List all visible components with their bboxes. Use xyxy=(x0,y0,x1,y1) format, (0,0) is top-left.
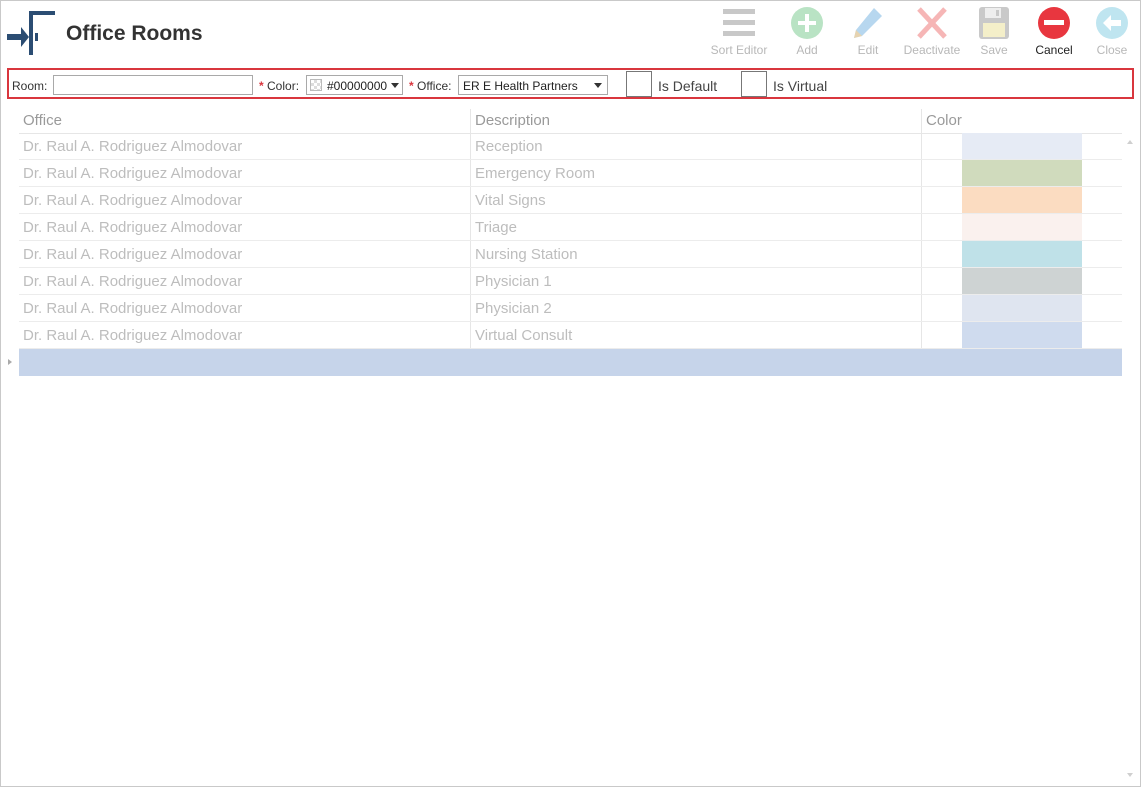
app-logo-icon xyxy=(7,11,55,55)
table-row[interactable]: Dr. Raul A. Rodriguez Almodovar Reception xyxy=(19,133,1122,160)
description-cell: Physician 2 xyxy=(475,300,552,317)
description-cell: Reception xyxy=(475,138,543,155)
color-picker[interactable]: #00000000 xyxy=(306,75,403,95)
description-cell: Vital Signs xyxy=(475,192,546,209)
scroll-down-icon[interactable] xyxy=(1127,773,1133,777)
color-swatch xyxy=(962,322,1082,348)
room-label: Room: xyxy=(12,79,48,93)
is-virtual-checkbox[interactable] xyxy=(741,71,767,97)
add-icon xyxy=(791,7,823,39)
table-row[interactable]: Dr. Raul A. Rodriguez Almodovar Physician… xyxy=(19,295,1122,322)
office-select[interactable]: ER E Health Partners xyxy=(458,75,608,95)
chevron-down-icon xyxy=(391,83,399,88)
color-swatch xyxy=(962,133,1082,159)
sort-editor-icon xyxy=(723,9,755,36)
is-default-checkbox[interactable] xyxy=(626,71,652,97)
vertical-scrollbar[interactable] xyxy=(1122,133,1140,783)
required-mark: * xyxy=(409,79,414,93)
room-input[interactable] xyxy=(53,75,253,95)
color-swatch xyxy=(962,214,1082,240)
column-header-office[interactable]: Office xyxy=(23,112,62,129)
app-window: Office Rooms Sort Editor Add Edit Deacti… xyxy=(0,0,1141,787)
color-value: #00000000 xyxy=(327,79,388,93)
close-button[interactable]: Close xyxy=(1080,6,1141,62)
table-row[interactable]: Dr. Raul A. Rodriguez Almodovar Triage xyxy=(19,214,1122,241)
office-cell: Dr. Raul A. Rodriguez Almodovar xyxy=(23,192,243,209)
close-back-arrow-icon xyxy=(1096,7,1128,39)
chevron-down-icon xyxy=(594,83,602,88)
save-disk-icon xyxy=(979,7,1009,39)
edit-pencil-icon xyxy=(854,8,882,38)
is-virtual-label: Is Virtual xyxy=(773,78,828,94)
required-mark: * xyxy=(259,79,264,93)
office-cell: Dr. Raul A. Rodriguez Almodovar xyxy=(23,327,243,344)
is-default-label: Is Default xyxy=(658,78,718,94)
office-cell: Dr. Raul A. Rodriguez Almodovar xyxy=(23,273,243,290)
office-cell: Dr. Raul A. Rodriguez Almodovar xyxy=(23,165,243,182)
table-row[interactable]: Dr. Raul A. Rodriguez Almodovar Nursing S… xyxy=(19,241,1122,268)
description-cell: Physician 1 xyxy=(475,273,552,290)
color-swatch xyxy=(962,295,1082,321)
description-cell: Nursing Station xyxy=(475,246,578,263)
filter-bar: Room: * Color: #00000000 * Office: ER E … xyxy=(7,68,1134,99)
cancel-icon xyxy=(1038,7,1070,39)
scroll-up-icon[interactable] xyxy=(1127,140,1133,144)
table-row[interactable]: Dr. Raul A. Rodriguez Almodovar Physician… xyxy=(19,268,1122,295)
description-cell: Triage xyxy=(475,219,517,236)
office-cell: Dr. Raul A. Rodriguez Almodovar xyxy=(23,219,243,236)
table-row[interactable]: Dr. Raul A. Rodriguez Almodovar Emergency… xyxy=(19,160,1122,187)
office-value: ER E Health Partners xyxy=(463,79,578,93)
row-indicator-icon xyxy=(8,359,12,365)
close-label: Close xyxy=(1096,43,1128,57)
deactivate-x-icon xyxy=(917,7,947,39)
table-row[interactable]: Dr. Raul A. Rodriguez Almodovar Virtual C… xyxy=(19,322,1122,349)
column-header-color[interactable]: Color xyxy=(926,112,962,129)
office-cell: Dr. Raul A. Rodriguez Almodovar xyxy=(23,138,243,155)
transparent-swatch-icon xyxy=(310,79,322,91)
office-cell: Dr. Raul A. Rodriguez Almodovar xyxy=(23,246,243,263)
office-cell: Dr. Raul A. Rodriguez Almodovar xyxy=(23,300,243,317)
header: Office Rooms Sort Editor Add Edit Deacti… xyxy=(1,1,1140,67)
page-title: Office Rooms xyxy=(66,22,203,45)
description-cell: Virtual Consult xyxy=(475,327,573,344)
office-label: Office: xyxy=(417,79,452,93)
color-swatch xyxy=(962,241,1082,267)
color-swatch xyxy=(962,268,1082,294)
table-row[interactable]: Dr. Raul A. Rodriguez Almodovar Vital Sig… xyxy=(19,187,1122,214)
color-swatch xyxy=(962,160,1082,186)
sort-editor-button[interactable]: Sort Editor xyxy=(707,6,771,62)
color-swatch xyxy=(962,187,1082,213)
color-field-label: * Color: xyxy=(259,79,299,93)
new-row[interactable] xyxy=(19,349,1122,376)
color-label: Color: xyxy=(267,79,300,93)
grid-header: Office Description Color xyxy=(19,109,1122,134)
column-header-description[interactable]: Description xyxy=(475,112,550,129)
office-field-label: * Office: xyxy=(409,79,451,93)
description-cell: Emergency Room xyxy=(475,165,596,182)
